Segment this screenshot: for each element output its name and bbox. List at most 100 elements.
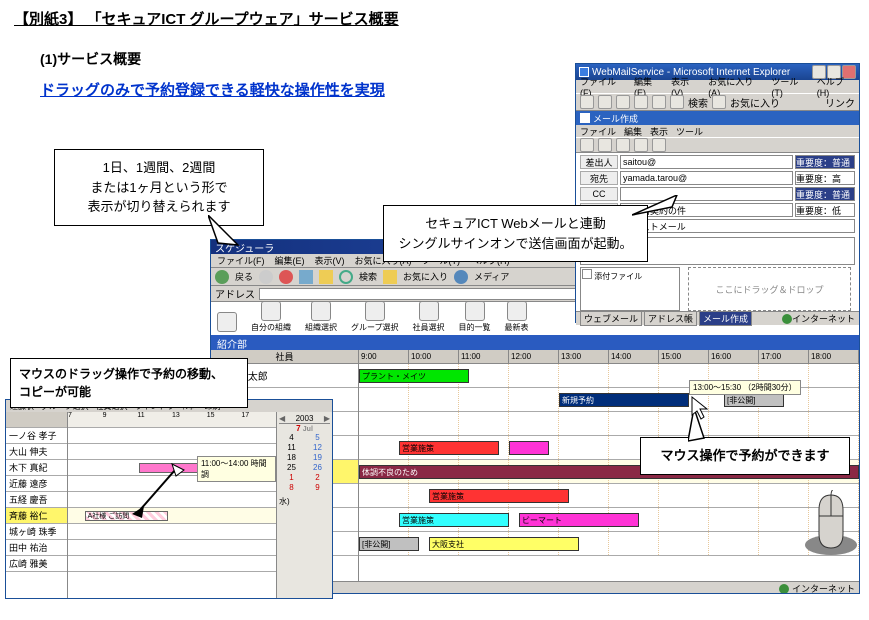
th-15: 15:00 <box>659 350 709 363</box>
send-icon[interactable] <box>580 138 594 152</box>
time-row-kito[interactable] <box>359 412 859 436</box>
sched-menu-edit[interactable]: 編集(E) <box>275 254 305 267</box>
ie-mm-view[interactable]: 表示 <box>650 125 668 138</box>
ie-link-label[interactable]: リンク <box>825 95 855 110</box>
sched-menu-view[interactable]: 表示(V) <box>315 254 345 267</box>
star-icon[interactable] <box>712 95 726 109</box>
ie-mm-file[interactable]: ファイル <box>580 125 616 138</box>
back-icon[interactable] <box>215 270 229 284</box>
tool-purpose[interactable]: 目的一覧 <box>459 301 491 333</box>
priority-opt-3[interactable]: 重要度：普通 <box>795 187 855 201</box>
cal-d-1[interactable]: 1 <box>279 473 304 482</box>
home-icon[interactable] <box>319 270 333 284</box>
stop-icon[interactable] <box>279 270 293 284</box>
sched-menu-file[interactable]: ファイル(F) <box>217 254 265 267</box>
time-row-murasaki[interactable]: 営業施策 ビーマート <box>359 508 859 532</box>
cal-d-25[interactable]: 25 <box>279 463 304 472</box>
cal-d-12[interactable]: 12 <box>305 443 330 452</box>
media-icon[interactable] <box>454 270 468 284</box>
to-input[interactable] <box>620 171 793 185</box>
status-internet: インターネット <box>792 312 855 325</box>
ie-mm-edit[interactable]: 編集 <box>624 125 642 138</box>
ie-tool-search[interactable]: 検索 <box>688 95 708 110</box>
drop-zone[interactable]: ここにドラッグ＆ドロップ <box>688 267 851 311</box>
cal-d-19[interactable]: 19 <box>305 453 330 462</box>
stop-icon[interactable] <box>616 95 630 109</box>
refresh-icon[interactable] <box>634 95 648 109</box>
bar-sales-mu[interactable]: 営業施策 <box>399 513 509 527</box>
mini-name-3[interactable]: 近藤 遠彦 <box>6 476 67 492</box>
nav-media[interactable]: メディア <box>474 270 509 283</box>
mini-name-2[interactable]: 木下 真紀 <box>6 460 67 476</box>
bar-plant[interactable]: プラント・メイツ <box>359 369 469 383</box>
fwd-icon[interactable] <box>259 270 273 284</box>
time-row-motofuji[interactable]: 営業施策 <box>359 484 859 508</box>
address-icon[interactable] <box>634 138 648 152</box>
bar-private-y[interactable]: [非公開] <box>359 537 419 551</box>
bar-newres[interactable]: 新規予約 <box>559 393 689 407</box>
bar-bmart-s[interactable] <box>509 441 549 455</box>
status-webmail[interactable]: ウェブメール <box>580 311 642 326</box>
callout-webmail-text: セキュアICT Webメールと連動 シングルサインオンで送信画面が起動。 <box>398 216 632 251</box>
mini-name-6[interactable]: 城ヶ崎 珠季 <box>6 524 67 540</box>
mini-row-7[interactable] <box>68 540 276 556</box>
from-input[interactable] <box>620 155 793 169</box>
attach-box[interactable]: 添付ファイル <box>580 267 680 311</box>
tool-emp-select[interactable]: 社員選択 <box>413 301 445 333</box>
fwd-icon[interactable] <box>598 95 612 109</box>
cal-d-5[interactable]: 5 <box>305 433 330 442</box>
status-compose[interactable]: メール作成 <box>699 311 752 326</box>
attach-icon[interactable] <box>616 138 630 152</box>
search-icon[interactable] <box>670 95 684 109</box>
ie-mail-titlebar: メール作成 <box>576 111 859 125</box>
self-org-icon <box>261 301 281 321</box>
bar-osaka[interactable]: 大阪支社 <box>429 537 579 551</box>
tool-view[interactable] <box>217 312 237 333</box>
star-icon[interactable] <box>383 270 397 284</box>
mini-name-4[interactable]: 五経 慶吾 <box>6 492 67 508</box>
ie-mm-tool[interactable]: ツール <box>676 125 703 138</box>
bar-sales-s[interactable]: 営業施策 <box>399 441 499 455</box>
mini-name-8[interactable]: 広崎 雅美 <box>6 556 67 572</box>
priority-opt-4[interactable]: 重要度：低 <box>795 203 855 217</box>
mini-name-5[interactable]: 斉藤 裕仁 <box>6 508 67 524</box>
bar-bmart-mu[interactable]: ビーマート <box>519 513 639 527</box>
mini-row-6[interactable] <box>68 524 276 540</box>
refresh-icon[interactable] <box>299 270 313 284</box>
cal-d-18[interactable]: 18 <box>279 453 304 462</box>
mini-name-1[interactable]: 大山 伸夫 <box>6 444 67 460</box>
mini-name-7[interactable]: 田中 祐治 <box>6 540 67 556</box>
cal-d-26[interactable]: 26 <box>305 463 330 472</box>
cal-d-2[interactable]: 2 <box>305 473 330 482</box>
print-icon[interactable] <box>652 138 666 152</box>
nav-back[interactable]: 戻る <box>235 270 253 283</box>
search-icon[interactable] <box>339 270 353 284</box>
mini-name-0[interactable]: 一ノ谷 孝子 <box>6 428 67 444</box>
th-12: 12:00 <box>509 350 559 363</box>
tool-refresh[interactable]: 最新表 <box>505 301 529 333</box>
nav-search[interactable]: 検索 <box>359 270 377 283</box>
bar-sales-m[interactable]: 営業施策 <box>429 489 569 503</box>
tool-group-select[interactable]: グループ選択 <box>351 301 399 333</box>
callout-views-tail <box>208 215 248 255</box>
tool-self-org[interactable]: 自分の組織 <box>251 301 291 333</box>
cal-d-8[interactable]: 8 <box>279 483 304 492</box>
bar-private-k[interactable]: [非公開] <box>724 393 784 407</box>
status-addrbook[interactable]: アドレス帳 <box>644 311 697 326</box>
tool-org-select[interactable]: 組織選択 <box>305 301 337 333</box>
nav-fav[interactable]: お気に入り <box>403 270 448 283</box>
cal-d-4[interactable]: 4 <box>279 433 304 442</box>
back-icon[interactable] <box>580 95 594 109</box>
priority-opt-2[interactable]: 重要度：高 <box>795 171 855 185</box>
time-row-yamada[interactable]: [非公開] 大阪支社 <box>359 532 859 556</box>
cal-d-9[interactable]: 9 <box>305 483 330 492</box>
th-10: 10:00 <box>409 350 459 363</box>
priority-select-1[interactable]: 重要度：普通 <box>795 155 855 169</box>
time-row-kamiya[interactable]: 新規予約 [非公開] 13:00～15:30 （2時間30分） <box>359 388 859 412</box>
mini-row-8[interactable] <box>68 556 276 572</box>
ie-tool-fav[interactable]: お気に入り <box>730 95 780 110</box>
save-icon[interactable] <box>598 138 612 152</box>
cal-d-11[interactable]: 11 <box>279 443 304 452</box>
mini-row-0[interactable] <box>68 428 276 444</box>
home-icon[interactable] <box>652 95 666 109</box>
